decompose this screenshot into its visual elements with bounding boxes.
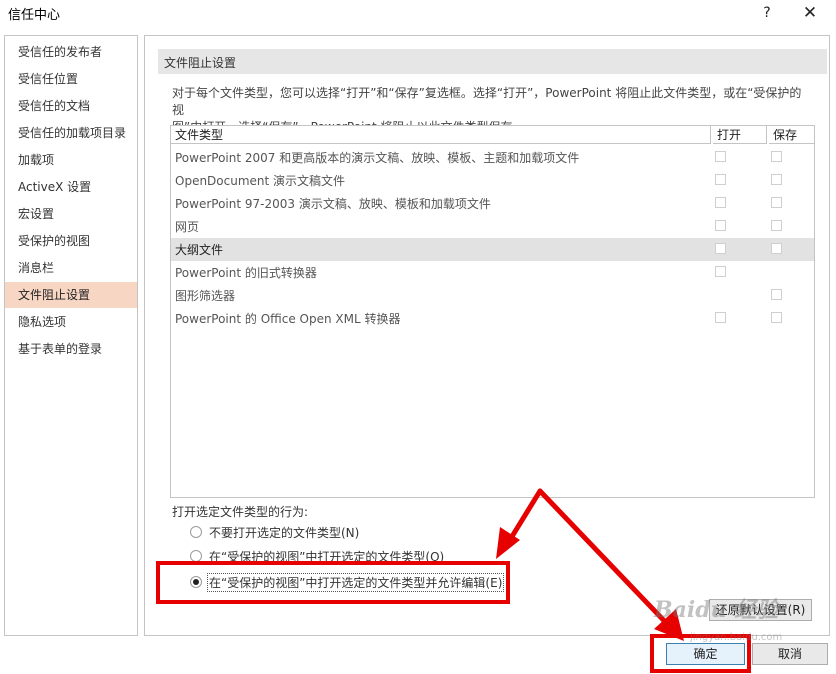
nav-item-protected-view[interactable]: 受保护的视图 bbox=[5, 228, 137, 254]
column-header-open: 打开 bbox=[713, 126, 767, 144]
table-row[interactable]: 图形筛选器 bbox=[171, 284, 814, 307]
table-row-selected[interactable]: 大纲文件 bbox=[171, 238, 814, 261]
help-button[interactable]: ? bbox=[756, 2, 778, 24]
nav-item-trusted-publishers[interactable]: 受信任的发布者 bbox=[5, 39, 137, 65]
cancel-button[interactable]: 取消 bbox=[752, 643, 828, 665]
nav-item-activex[interactable]: ActiveX 设置 bbox=[5, 174, 137, 200]
table-row[interactable]: 网页 bbox=[171, 215, 814, 238]
window-title: 信任中心 bbox=[8, 8, 61, 23]
open-checkbox[interactable] bbox=[715, 197, 726, 208]
save-checkbox[interactable] bbox=[771, 151, 782, 162]
radio-label-open-protected-view[interactable]: 在“受保护的视图”中打开选定的文件类型(O) bbox=[209, 548, 444, 565]
nav-item-trusted-addin-catalogs[interactable]: 受信任的加载项目录 bbox=[5, 120, 137, 146]
save-checkbox[interactable] bbox=[771, 289, 782, 300]
nav-item-form-based-signin[interactable]: 基于表单的登录 bbox=[5, 336, 137, 362]
open-checkbox[interactable] bbox=[715, 174, 726, 185]
file-type-label: PowerPoint 的 Office Open XML 转换器 bbox=[175, 312, 401, 326]
nav-item-macro-settings[interactable]: 宏设置 bbox=[5, 201, 137, 227]
title-bar: 信任中心 ? ✕ bbox=[0, 0, 836, 26]
file-type-label: 图形筛选器 bbox=[175, 289, 236, 303]
save-checkbox[interactable] bbox=[771, 197, 782, 208]
save-checkbox[interactable] bbox=[771, 174, 782, 185]
table-row[interactable]: PowerPoint 97-2003 演示文稿、放映、模板和加载项文件 bbox=[171, 192, 814, 215]
radio-open-protected-view[interactable] bbox=[190, 550, 202, 562]
radio-do-not-open[interactable] bbox=[190, 526, 202, 538]
open-checkbox[interactable] bbox=[715, 312, 726, 323]
open-checkbox[interactable] bbox=[715, 151, 726, 162]
open-behavior-label: 打开选定文件类型的行为: bbox=[172, 505, 309, 519]
description-line-1: 对于每个文件类型，您可以选择“打开”和“保存”复选框。选择“打开”，PowerP… bbox=[172, 86, 802, 117]
close-icon[interactable]: ✕ bbox=[796, 2, 824, 24]
column-header-file-type: 文件类型 bbox=[171, 126, 711, 144]
radio-label-open-protected-allow-edit[interactable]: 在“受保护的视图”中打开选定的文件类型并允许编辑(E) bbox=[207, 573, 505, 592]
file-type-label: 大纲文件 bbox=[175, 243, 224, 257]
file-type-label: PowerPoint 97-2003 演示文稿、放映、模板和加载项文件 bbox=[175, 197, 491, 211]
nav-item-trusted-documents[interactable]: 受信任的文档 bbox=[5, 93, 137, 119]
table-row[interactable]: PowerPoint 的 Office Open XML 转换器 bbox=[171, 307, 814, 330]
open-checkbox[interactable] bbox=[715, 220, 726, 231]
save-checkbox[interactable] bbox=[771, 243, 782, 254]
table-row[interactable]: PowerPoint 2007 和更高版本的演示文稿、放映、模板、主题和加载项文… bbox=[171, 146, 814, 169]
file-type-table: 文件类型 打开 保存 PowerPoint 2007 和更高版本的演示文稿、放映… bbox=[170, 125, 815, 498]
section-title: 文件阻止设置 bbox=[164, 56, 237, 70]
file-type-label: OpenDocument 演示文稿文件 bbox=[175, 174, 346, 188]
column-header-save: 保存 bbox=[769, 126, 814, 144]
radio-open-protected-allow-edit[interactable] bbox=[190, 576, 202, 588]
section-header: 文件阻止设置 bbox=[158, 49, 827, 74]
radio-label-do-not-open[interactable]: 不要打开选定的文件类型(N) bbox=[209, 524, 359, 541]
nav-item-message-bar[interactable]: 消息栏 bbox=[5, 255, 137, 281]
nav-sidebar: 受信任的发布者 受信任位置 受信任的文档 受信任的加载项目录 加载项 Activ… bbox=[4, 35, 138, 636]
table-row[interactable]: PowerPoint 的旧式转换器 bbox=[171, 261, 814, 284]
save-checkbox[interactable] bbox=[771, 312, 782, 323]
nav-item-file-block-settings[interactable]: 文件阻止设置 bbox=[5, 282, 137, 308]
restore-defaults-button[interactable]: 还原默认设置(R) bbox=[709, 599, 812, 621]
file-type-label: 网页 bbox=[175, 220, 200, 234]
nav-item-privacy-options[interactable]: 隐私选项 bbox=[5, 309, 137, 335]
file-type-label: PowerPoint 的旧式转换器 bbox=[175, 266, 317, 280]
table-row[interactable]: OpenDocument 演示文稿文件 bbox=[171, 169, 814, 192]
ok-button[interactable]: 确定 bbox=[666, 643, 745, 665]
open-checkbox[interactable] bbox=[715, 243, 726, 254]
nav-item-addins[interactable]: 加载项 bbox=[5, 147, 137, 173]
nav-item-trusted-locations[interactable]: 受信任位置 bbox=[5, 66, 137, 92]
save-checkbox[interactable] bbox=[771, 220, 782, 231]
file-type-label: PowerPoint 2007 和更高版本的演示文稿、放映、模板、主题和加载项文… bbox=[175, 151, 580, 165]
open-checkbox[interactable] bbox=[715, 266, 726, 277]
